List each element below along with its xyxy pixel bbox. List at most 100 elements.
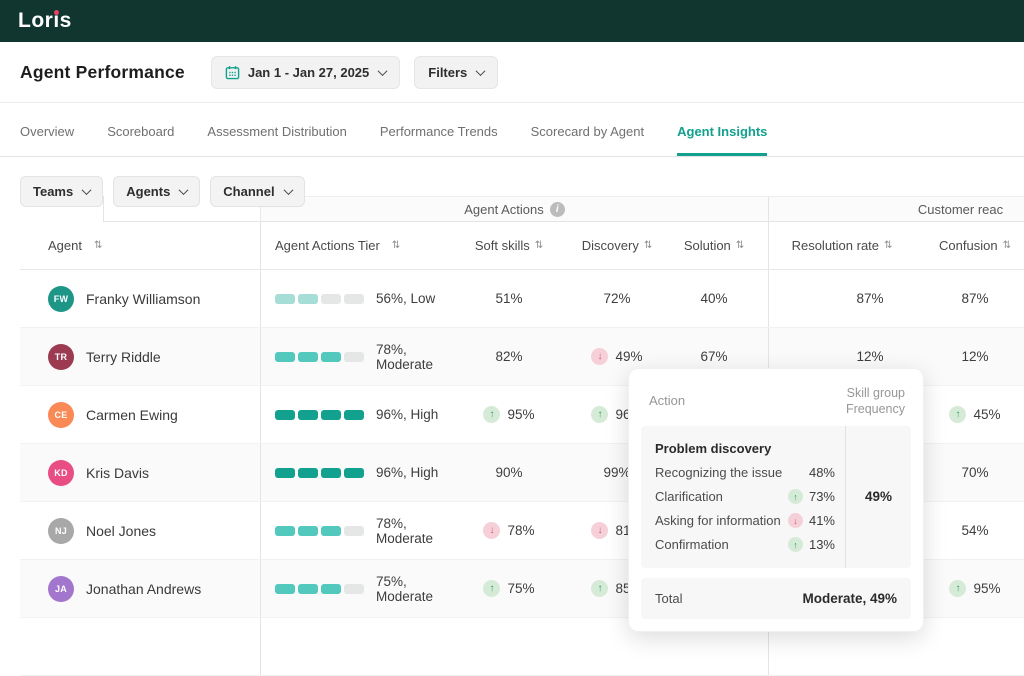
- chevron-down-icon: [476, 66, 486, 76]
- tab-performance-trends[interactable]: Performance Trends: [380, 124, 498, 156]
- popover-action-value: ↓41%: [788, 513, 835, 528]
- popover-action-label: Clarification: [655, 489, 723, 504]
- popover-action-label: Confirmation: [655, 537, 729, 552]
- column-header-confusion[interactable]: Confusion ⇅: [915, 222, 1024, 269]
- popover-action-value: 48%: [809, 465, 835, 480]
- filter-chip-channel[interactable]: Channel: [210, 176, 304, 207]
- soft-skills-cell: ↓78%: [448, 502, 560, 559]
- tier-segment: [344, 410, 364, 420]
- tier-segment: [321, 584, 341, 594]
- discovery-cell: 72%: [560, 270, 660, 327]
- page-header: Agent Performance Jan 1 - Jan 27, 2025 F…: [0, 42, 1024, 103]
- tier-cell: 96%, High: [260, 444, 448, 501]
- tier-meter: [275, 352, 364, 362]
- chevron-down-icon: [179, 185, 189, 195]
- column-header-discovery[interactable]: Discovery⇅: [560, 222, 660, 269]
- column-header-agent[interactable]: Agent⇅: [20, 222, 260, 269]
- popover-action-row: Confirmation ↑13%: [655, 533, 835, 557]
- filters-button[interactable]: Filters: [414, 56, 498, 89]
- tier-segment: [275, 294, 295, 304]
- tier-meter: [275, 526, 364, 536]
- sort-icon: ⇅: [884, 240, 892, 251]
- loris-logo: Lorıs: [18, 9, 72, 33]
- popover-skill-panel: Problem discovery Recognizing the issue 4…: [641, 426, 911, 568]
- sort-icon: ⇅: [1003, 240, 1011, 251]
- sort-icon: ⇅: [94, 240, 102, 251]
- trend-up-icon: ↑: [591, 580, 608, 597]
- popover-action-value: ↑13%: [788, 537, 835, 552]
- popover-group-title: Problem discovery: [655, 437, 835, 461]
- tier-segment: [275, 584, 295, 594]
- popover-action-label: Recognizing the issue: [655, 465, 782, 480]
- info-icon[interactable]: i: [550, 202, 565, 217]
- popover-action-row: Asking for information↓41%: [655, 509, 835, 533]
- column-header-resolution-rate[interactable]: Resolution rate⇅: [768, 222, 915, 269]
- tier-segment: [344, 584, 364, 594]
- trend-up-icon: ↑: [483, 406, 500, 423]
- column-header-agent-actions-tier[interactable]: Agent Actions Tier ⇅: [260, 222, 448, 269]
- column-header-solution[interactable]: Solution⇅: [660, 222, 768, 269]
- tier-segment: [298, 294, 318, 304]
- metric-value: 87%: [856, 291, 883, 306]
- trend-up-icon: ↑: [591, 406, 608, 423]
- agent-cell: FW Franky Williamson: [20, 270, 260, 327]
- loris-logo-text: Lorıs: [18, 9, 72, 32]
- filter-chip-label: Channel: [223, 184, 274, 199]
- tab-bar: Overview Scoreboard Assessment Distributio…: [0, 103, 1024, 157]
- agent-actions-group-label: Agent Actions: [464, 202, 544, 217]
- tab-overview[interactable]: Overview: [20, 124, 74, 156]
- popover-action-percent: 13%: [809, 537, 835, 552]
- metric-value: 99%: [603, 465, 630, 480]
- filter-chip-teams[interactable]: Teams: [20, 176, 103, 207]
- column-header-label: Agent Actions Tier: [275, 238, 380, 253]
- tier-cell: 78%, Moderate: [260, 328, 448, 385]
- popover-header: Action Skill group Frequency: [641, 381, 911, 426]
- popover-total-value: Moderate, 49%: [802, 591, 897, 606]
- metric-value: 45%: [973, 407, 1000, 422]
- tier-label: 96%, High: [376, 407, 438, 422]
- tier-cell: 56%, Low: [260, 270, 448, 327]
- tab-scoreboard[interactable]: Scoreboard: [107, 124, 174, 156]
- tab-scorecard-by-agent[interactable]: Scorecard by Agent: [531, 124, 644, 156]
- tier-segment: [321, 468, 341, 478]
- chevron-down-icon: [378, 66, 388, 76]
- agent-cell: JAJonathan Andrews: [20, 560, 260, 617]
- trend-down-icon: ↓: [788, 513, 803, 528]
- avatar: CE: [48, 402, 74, 428]
- trend-down-icon: ↓: [591, 522, 608, 539]
- tier-cell: 75%, Moderate: [260, 560, 448, 617]
- metric-value: 82%: [495, 349, 522, 364]
- table-row[interactable]: FWFranky Williamson56%, Low51%72%40%87%8…: [20, 270, 1024, 328]
- tier-segment: [275, 468, 295, 478]
- sort-icon: ⇅: [392, 240, 400, 251]
- metric-value: 54%: [961, 523, 988, 538]
- filter-chip-agents[interactable]: Agents: [113, 176, 200, 207]
- tier-label: 56%, Low: [376, 291, 435, 306]
- agent-cell: KDKris Davis: [20, 444, 260, 501]
- column-header-label: Solution: [684, 238, 731, 253]
- customer-reactions-group-label: Customer reac: [918, 202, 1003, 217]
- metric-value: 78%: [507, 523, 534, 538]
- tab-agent-insights[interactable]: Agent Insights: [677, 124, 767, 156]
- sort-icon: ⇅: [535, 240, 543, 251]
- agent-name: Franky Williamson: [86, 291, 200, 307]
- agent-cell: TRTerry Riddle: [20, 328, 260, 385]
- metric-value: 12%: [961, 349, 988, 364]
- tier-meter: [275, 468, 364, 478]
- confusion-cell: ↑95%: [915, 560, 1024, 617]
- popover-total-row: Total Moderate, 49%: [641, 578, 911, 619]
- date-range-button[interactable]: Jan 1 - Jan 27, 2025: [211, 56, 400, 89]
- popover-total-label: Total: [655, 591, 682, 606]
- agent-cell: CECarmen Ewing: [20, 386, 260, 443]
- tier-segment: [344, 352, 364, 362]
- metric-value: 40%: [700, 291, 727, 306]
- column-header-label: Confusion: [939, 238, 998, 253]
- metric-value: 70%: [961, 465, 988, 480]
- column-header-soft-skills[interactable]: Soft skills⇅: [448, 222, 560, 269]
- avatar: TR: [48, 344, 74, 370]
- trend-up-icon: ↑: [949, 406, 966, 423]
- tab-assessment-distribution[interactable]: Assessment Distribution: [207, 124, 346, 156]
- popover-action-value: ↑73%: [788, 489, 835, 504]
- soft-skills-cell: 90%: [448, 444, 560, 501]
- avatar: FW: [48, 286, 74, 312]
